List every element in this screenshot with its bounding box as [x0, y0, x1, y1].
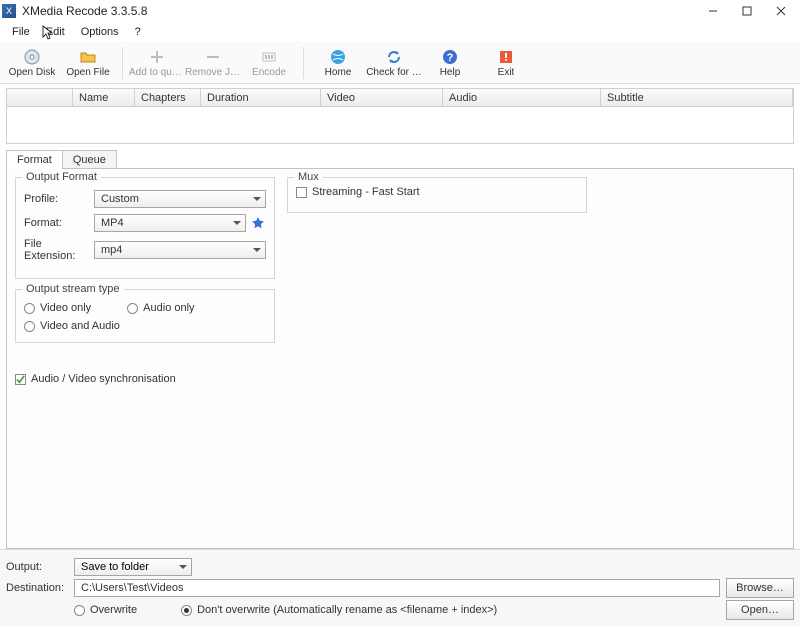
maximize-button[interactable]	[730, 0, 764, 22]
menu-help[interactable]: ?	[127, 24, 149, 40]
check-update-label: Check for …	[366, 67, 422, 78]
file-ext-select[interactable]: mp4	[94, 241, 266, 259]
format-panel: Output Format Profile: Custom Format: MP…	[6, 169, 794, 549]
svg-text:?: ?	[447, 52, 454, 64]
job-grid[interactable]: Name Chapters Duration Video Audio Subti…	[6, 88, 794, 144]
home-button[interactable]: Home	[310, 44, 366, 82]
titlebar: X XMedia Recode 3.3.5.8	[0, 0, 800, 22]
video-and-audio-radio[interactable]: Video and Audio	[24, 320, 266, 332]
toolbar-separator	[303, 47, 304, 79]
plus-icon	[148, 48, 166, 66]
check-update-button[interactable]: Check for …	[366, 44, 422, 82]
destination-label: Destination:	[6, 582, 68, 594]
output-format-group: Output Format Profile: Custom Format: MP…	[15, 177, 275, 279]
overwrite-radio[interactable]: Overwrite	[74, 604, 137, 616]
refresh-icon	[385, 48, 403, 66]
help-label: Help	[440, 67, 461, 78]
dont-overwrite-radio[interactable]: Don't overwrite (Automatically rename as…	[181, 604, 497, 616]
open-button[interactable]: Open…	[726, 600, 794, 620]
open-disk-label: Open Disk	[9, 67, 56, 78]
output-label: Output:	[6, 561, 68, 573]
col-chapters[interactable]: Chapters	[135, 89, 201, 106]
bottom-bar: Output: Save to folder Destination: C:\U…	[0, 549, 800, 626]
remove-job-label: Remove Job	[185, 67, 241, 78]
output-select[interactable]: Save to folder	[74, 558, 192, 576]
col-video[interactable]: Video	[321, 89, 443, 106]
video-only-radio[interactable]: Video only	[24, 302, 91, 314]
toolbar: Open Disk Open File Add to que… Remove J…	[0, 42, 800, 84]
favorite-format-button[interactable]	[250, 215, 266, 231]
format-label: Format:	[24, 217, 94, 229]
col-duration[interactable]: Duration	[201, 89, 321, 106]
destination-input[interactable]: C:\Users\Test\Videos	[74, 579, 720, 597]
add-to-queue-button: Add to que…	[129, 44, 185, 82]
minus-icon	[204, 48, 222, 66]
mux-legend: Mux	[294, 171, 323, 183]
open-file-button[interactable]: Open File	[60, 44, 116, 82]
encode-icon	[260, 48, 278, 66]
exit-button[interactable]: Exit	[478, 44, 534, 82]
av-sync-checkbox[interactable]: Audio / Video synchronisation	[15, 373, 275, 385]
mux-group: Mux Streaming - Fast Start	[287, 177, 587, 213]
exit-label: Exit	[498, 67, 515, 78]
grid-header: Name Chapters Duration Video Audio Subti…	[7, 89, 793, 107]
col-name[interactable]: Name	[73, 89, 135, 106]
open-file-label: Open File	[66, 67, 109, 78]
remove-job-button: Remove Job	[185, 44, 241, 82]
folder-open-icon	[79, 48, 97, 66]
menu-options[interactable]: Options	[73, 24, 127, 40]
help-button[interactable]: ? Help	[422, 44, 478, 82]
col-audio[interactable]: Audio	[443, 89, 601, 106]
home-label: Home	[325, 67, 352, 78]
audio-only-radio[interactable]: Audio only	[127, 302, 194, 314]
add-to-queue-label: Add to que…	[129, 67, 185, 78]
menu-edit[interactable]: Edit	[38, 24, 73, 40]
menu-file[interactable]: File	[4, 24, 38, 40]
minimize-button[interactable]	[696, 0, 730, 22]
file-ext-label: File Extension:	[24, 238, 94, 262]
tab-format[interactable]: Format	[6, 150, 63, 169]
profile-select[interactable]: Custom	[94, 190, 266, 208]
help-icon: ?	[441, 48, 459, 66]
col-blank[interactable]	[7, 89, 73, 106]
tabs: Format Queue	[6, 150, 794, 169]
output-format-legend: Output Format	[22, 171, 101, 183]
encode-label: Encode	[252, 67, 286, 78]
col-subtitle[interactable]: Subtitle	[601, 89, 793, 106]
close-button[interactable]	[764, 0, 798, 22]
profile-label: Profile:	[24, 193, 94, 205]
menubar: File Edit Options ?	[0, 22, 800, 42]
tab-queue[interactable]: Queue	[62, 150, 117, 169]
streaming-checkbox[interactable]: Streaming - Fast Start	[296, 186, 578, 198]
window-title: XMedia Recode 3.3.5.8	[22, 4, 696, 18]
output-stream-group: Output stream type Video only Audio only…	[15, 289, 275, 343]
output-stream-legend: Output stream type	[22, 283, 124, 295]
app-icon: X	[2, 4, 16, 18]
encode-button: Encode	[241, 44, 297, 82]
open-disk-button[interactable]: Open Disk	[4, 44, 60, 82]
globe-icon	[329, 48, 347, 66]
toolbar-separator	[122, 47, 123, 79]
browse-button[interactable]: Browse…	[726, 578, 794, 598]
format-select[interactable]: MP4	[94, 214, 246, 232]
disc-icon	[23, 48, 41, 66]
exit-icon	[497, 48, 515, 66]
